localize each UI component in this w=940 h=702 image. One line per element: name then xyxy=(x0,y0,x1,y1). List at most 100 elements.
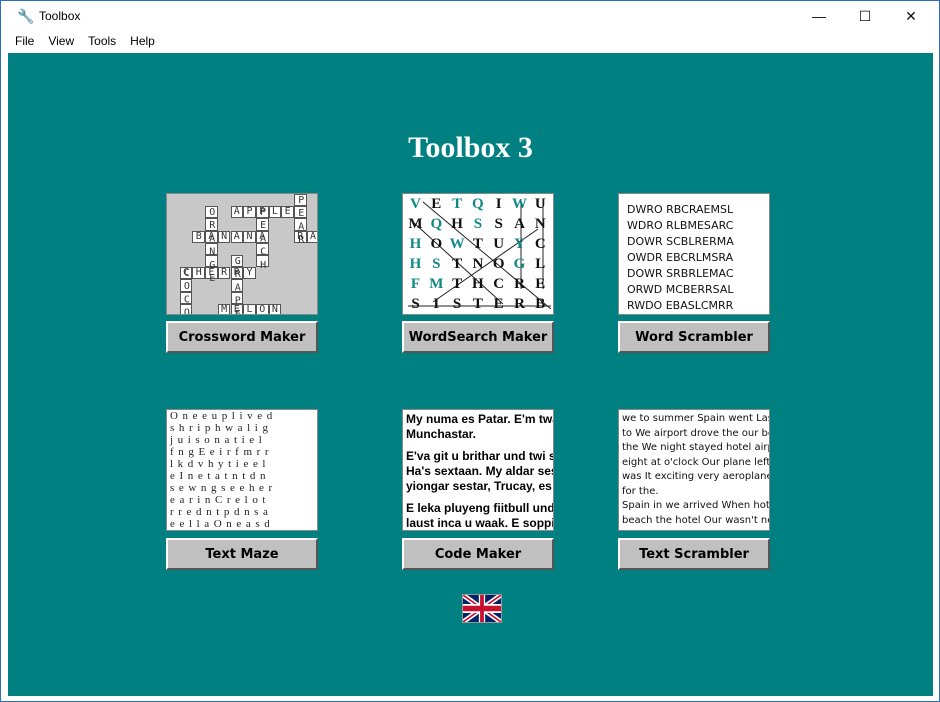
wordsearch-letter: C xyxy=(534,236,546,252)
scrambled-word: OWDR EBCRLMSRA xyxy=(627,251,734,264)
maze-row: Oneeuplived xyxy=(170,410,277,422)
scrambled-word: DOWR SCBLRERMA xyxy=(627,235,734,248)
menu-help[interactable]: Help xyxy=(123,34,162,48)
crossword-word: MELON xyxy=(221,303,285,315)
wordsearch-letter: V xyxy=(410,196,421,212)
wordsearch-letter: T xyxy=(452,256,463,272)
wordsearch-maker-button[interactable]: WordSearch Maker xyxy=(402,321,554,353)
scrambled-line: for the. xyxy=(622,485,659,497)
scrambled-line: to We airport drove the our be xyxy=(622,427,770,439)
menu-view[interactable]: View xyxy=(41,34,81,48)
wordsearch-letter: W xyxy=(449,236,465,252)
wordsearch-letter: H xyxy=(451,216,463,232)
wordsearch-letter: S xyxy=(411,296,420,312)
wordsearch-letter: S xyxy=(452,296,462,312)
wordsearch-letter: E xyxy=(431,196,442,212)
wrench-icon: 🔧 xyxy=(17,8,35,24)
scrambled-line: was It exciting very aeroplane xyxy=(622,471,770,482)
scrambled-word: DOWR SRBRLEMAC xyxy=(627,267,734,280)
app-title: Toolbox 3 xyxy=(408,131,533,164)
crossword-preview[interactable]: PEARAPPLEORANGEPEACHBANANARAIGRAPECHERRY… xyxy=(166,193,318,315)
scrambled-word: RWDO EBASLCMRR xyxy=(627,299,734,312)
main-area: Toolbox 3 PEARAPPLEORANGEPEACHBANANARAIG… xyxy=(8,53,933,696)
wordsearch-letter: U xyxy=(534,196,546,212)
scrambled-line: eight at o'clock Our plane left xyxy=(622,456,770,468)
close-button[interactable]: ✕ xyxy=(888,1,934,31)
wordsearch-letter: N xyxy=(534,216,546,232)
wordsearch-letter: Y xyxy=(514,236,525,252)
word-scrambler-preview[interactable]: DWRO RBCRAEMSL WDRO RLBMESARC DOWR SCBLRER… xyxy=(618,193,770,315)
wordsearch-letter: B xyxy=(535,296,546,312)
maze-row: lkdvhytieel xyxy=(170,458,271,470)
wordsearch-letter: S xyxy=(494,216,503,232)
scrambled-word: ORWD MCBERRSAL xyxy=(627,283,734,296)
scrambled-word: WDRO RLBMESARC xyxy=(627,219,734,232)
maze-row: earinCrelot xyxy=(170,494,271,506)
wordsearch-letter: S xyxy=(473,216,483,232)
minimize-button[interactable]: — xyxy=(796,1,842,31)
wordsearch-letter: I xyxy=(433,296,440,312)
maze-row: shriphwalig xyxy=(170,422,273,434)
scrambled-line: Spain in we arrived When hot v xyxy=(622,500,770,511)
wordsearch-letter: M xyxy=(408,216,423,232)
window-title: Toolbox xyxy=(39,9,81,23)
wordsearch-letter: O xyxy=(492,256,505,272)
text-scrambler-button[interactable]: Text Scrambler xyxy=(618,538,770,570)
wordsearch-letter: H xyxy=(409,236,422,252)
wordsearch-letter: H xyxy=(472,276,484,292)
code-line: Munchastar. xyxy=(406,427,477,441)
wordsearch-letter: M xyxy=(429,276,444,292)
code-line: E leka pluyeng fiitbull und xyxy=(406,501,554,515)
wordsearch-letter: T xyxy=(452,196,463,212)
crossword-word: BANANA xyxy=(195,230,272,242)
maze-row: sewngseeher xyxy=(170,482,277,494)
maze-row: eInetatntdn xyxy=(170,470,271,482)
crossword-maker-button[interactable]: Crossword Maker xyxy=(166,321,318,353)
code-maker-preview[interactable]: My numa es Patar. E'm twa Munchastar. E'va… xyxy=(402,409,554,531)
word-scrambler-button[interactable]: Word Scrambler xyxy=(618,321,770,353)
wordsearch-letter: U xyxy=(493,236,505,252)
wordsearch-letter: H xyxy=(409,256,422,272)
code-line: E'va git u brithar und twi se xyxy=(406,449,554,463)
wordsearch-letter: E xyxy=(535,276,546,292)
wordsearch-letter: T xyxy=(472,236,483,252)
scrambled-line: beach the hotel Our wasn't ne xyxy=(622,514,770,526)
united-kingdom-flag-icon[interactable] xyxy=(462,594,502,623)
code-paragraph: My numa es Patar. E'm twa Munchastar. xyxy=(406,412,553,442)
menu-bar: File View Tools Help xyxy=(1,31,939,51)
wordsearch-letter: T xyxy=(452,276,463,292)
menu-tools[interactable]: Tools xyxy=(81,34,123,48)
wordsearch-letter: N xyxy=(472,256,484,272)
text-maze-button[interactable]: Text Maze xyxy=(166,538,318,570)
code-maker-button[interactable]: Code Maker xyxy=(402,538,554,570)
code-line: Ha's sextaan. My aldar ses xyxy=(406,464,554,478)
scrambled-line: the We night stayed hotel airp xyxy=(622,442,770,453)
scrambled-word: DWRO RBCRAEMSL xyxy=(627,203,734,216)
crossword-word: CHERRY xyxy=(183,267,260,279)
crossword-word: RAI xyxy=(297,230,317,242)
wordsearch-letter: F xyxy=(410,276,421,292)
text-maze-preview[interactable]: Oneeuplived shriphwalig juisonatiel fngEeir… xyxy=(166,409,318,531)
wordsearch-letter: Q xyxy=(472,196,484,212)
wordsearch-letter: O xyxy=(430,236,443,252)
menu-file[interactable]: File xyxy=(1,34,41,48)
maze-row: juisonatiel xyxy=(170,434,267,446)
maze-row: rredntpdnsa xyxy=(170,506,273,518)
wordsearch-letter: W xyxy=(512,196,527,212)
wordsearch-letter: C xyxy=(493,276,505,292)
app-window: 🔧 Toolbox — ☐ ✕ File View Tools Help Too… xyxy=(0,0,940,702)
wordsearch-letter: I xyxy=(495,196,502,212)
wordsearch-letter: A xyxy=(514,216,525,232)
wordsearch-letter: S xyxy=(432,256,441,272)
title-bar: 🔧 Toolbox — ☐ ✕ xyxy=(1,1,939,31)
wordsearch-letter: G xyxy=(513,256,526,272)
wordsearch-letter: R xyxy=(514,296,525,312)
code-paragraph: E leka pluyeng fiitbull und laust inca u … xyxy=(406,501,554,530)
maximize-button[interactable]: ☐ xyxy=(842,1,888,31)
wordsearch-letter: E xyxy=(493,296,504,312)
crossword-word: COCO xyxy=(181,268,193,315)
wordsearch-letter: R xyxy=(514,276,525,292)
text-scrambler-preview[interactable]: we to summer Spain went Last to We airpor… xyxy=(618,409,770,531)
wordsearch-preview[interactable]: VETQIWUVETQIWUMQHSSANMQHSSANHOWTUYCHOWTU… xyxy=(402,193,554,315)
wordsearch-letter: T xyxy=(472,296,483,312)
